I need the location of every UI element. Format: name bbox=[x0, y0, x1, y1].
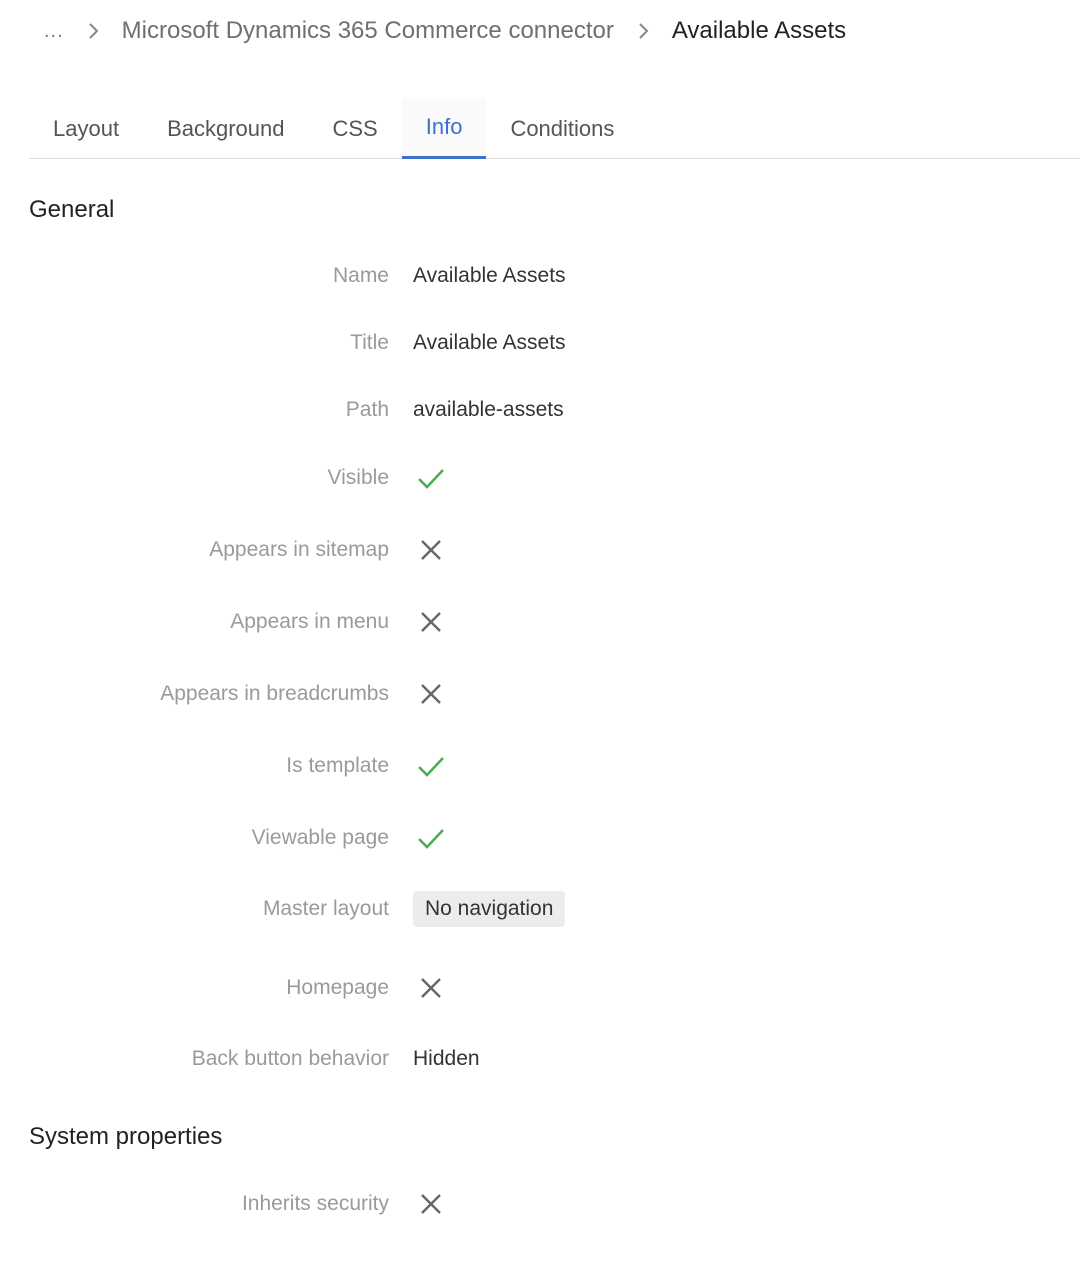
property-label: Visible bbox=[327, 466, 389, 489]
property-value: available-assets bbox=[413, 398, 564, 421]
property-row-path: Path available-assets bbox=[0, 390, 1080, 430]
property-value: Available Assets bbox=[413, 264, 566, 287]
property-label: Appears in menu bbox=[230, 610, 389, 633]
breadcrumb-parent-link[interactable]: Microsoft Dynamics 365 Commerce connecto… bbox=[122, 17, 614, 45]
tab-background[interactable]: Background bbox=[143, 99, 308, 158]
property-row-title: Title Available Assets bbox=[0, 323, 1080, 363]
section-title-system-properties: System properties bbox=[29, 1123, 223, 1150]
property-row-appears-in-breadcrumbs: Appears in breadcrumbs bbox=[0, 674, 1080, 714]
tab-layout[interactable]: Layout bbox=[29, 99, 143, 158]
property-row-master-layout: Master layout No navigation bbox=[0, 889, 1080, 929]
breadcrumb-current: Available Assets bbox=[671, 17, 847, 44]
property-label: Is template bbox=[286, 754, 389, 777]
close-icon bbox=[413, 532, 449, 568]
master-layout-badge: No navigation bbox=[413, 891, 566, 927]
breadcrumb-ellipsis[interactable]: ... bbox=[44, 20, 64, 43]
property-label: Appears in breadcrumbs bbox=[160, 682, 389, 705]
chevron-right-icon bbox=[638, 22, 650, 40]
property-label: Inherits security bbox=[241, 1192, 389, 1215]
property-row-viewable-page: Viewable page bbox=[0, 818, 1080, 858]
close-icon bbox=[413, 970, 449, 1006]
property-row-inherits-security: Inherits security bbox=[0, 1184, 1080, 1224]
property-row-is-template: Is template bbox=[0, 746, 1080, 786]
section-title-general: General bbox=[29, 196, 115, 223]
tab-info[interactable]: Info bbox=[401, 99, 487, 159]
property-row-back-button-behavior: Back button behavior Hidden bbox=[0, 1039, 1080, 1079]
property-label: Master layout bbox=[262, 897, 389, 920]
check-icon bbox=[413, 820, 449, 856]
check-icon bbox=[413, 460, 449, 496]
close-icon bbox=[413, 604, 449, 640]
property-value: Hidden bbox=[413, 1047, 480, 1070]
property-row-appears-in-sitemap: Appears in sitemap bbox=[0, 530, 1080, 570]
breadcrumb: ... Microsoft Dynamics 365 Commerce conn… bbox=[44, 14, 846, 48]
page-info-panel: ... Microsoft Dynamics 365 Commerce conn… bbox=[0, 0, 1080, 1286]
property-label: Appears in sitemap bbox=[209, 538, 389, 561]
property-label: Title bbox=[350, 331, 389, 354]
tab-css[interactable]: CSS bbox=[308, 99, 401, 158]
tab-conditions[interactable]: Conditions bbox=[486, 99, 638, 158]
property-row-name: Name Available Assets bbox=[0, 256, 1080, 296]
chevron-right-icon bbox=[88, 22, 100, 40]
property-label: Name bbox=[332, 264, 389, 287]
tab-bar: Layout Background CSS Info Conditions bbox=[29, 99, 1080, 159]
property-row-homepage: Homepage bbox=[0, 968, 1080, 1008]
close-icon bbox=[413, 676, 449, 712]
property-label: Path bbox=[345, 398, 389, 421]
close-icon bbox=[413, 1186, 449, 1222]
property-label: Homepage bbox=[286, 976, 389, 999]
property-row-visible: Visible bbox=[0, 458, 1080, 498]
property-value: Available Assets bbox=[413, 331, 566, 354]
property-label: Back button behavior bbox=[191, 1047, 389, 1070]
property-label: Viewable page bbox=[251, 826, 389, 849]
property-row-appears-in-menu: Appears in menu bbox=[0, 602, 1080, 642]
check-icon bbox=[413, 748, 449, 784]
